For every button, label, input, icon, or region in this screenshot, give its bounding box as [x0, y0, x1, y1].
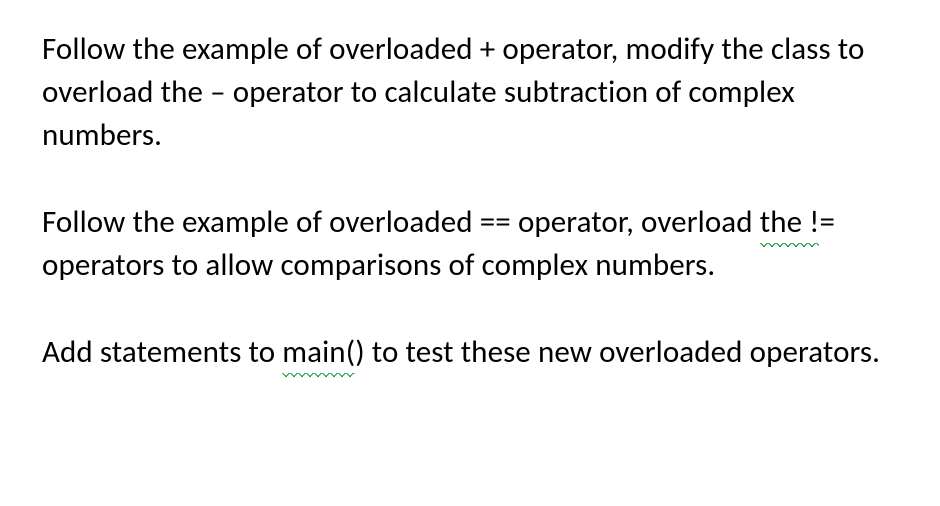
text: Follow the example of overloaded	[42, 30, 480, 68]
text: Add statements to	[42, 333, 282, 371]
not-equals-operator-rest: =	[819, 203, 835, 241]
text: main(	[282, 333, 355, 371]
text: !	[809, 203, 819, 241]
plus-operator: +	[480, 30, 496, 68]
text: Follow the example of overloaded	[42, 203, 480, 241]
paragraph-1: Follow the example of overloaded + opera…	[42, 28, 898, 157]
paragraph-2: Follow the example of overloaded == oper…	[42, 201, 898, 287]
paragraph-3: Add statements to main() to test these n…	[42, 331, 898, 374]
grammar-squiggle: the !	[760, 201, 820, 244]
minus-operator: –	[210, 73, 226, 111]
text: operators to allow comparisons of comple…	[42, 246, 715, 284]
text: the	[760, 203, 810, 241]
text: )	[355, 333, 365, 371]
text: operator, overload	[511, 203, 760, 241]
equals-operator: ==	[480, 203, 511, 241]
grammar-squiggle: main(	[282, 331, 355, 374]
text: to test these new overloaded operators.	[365, 333, 880, 371]
document-page: Follow the example of overloaded + opera…	[0, 0, 940, 506]
